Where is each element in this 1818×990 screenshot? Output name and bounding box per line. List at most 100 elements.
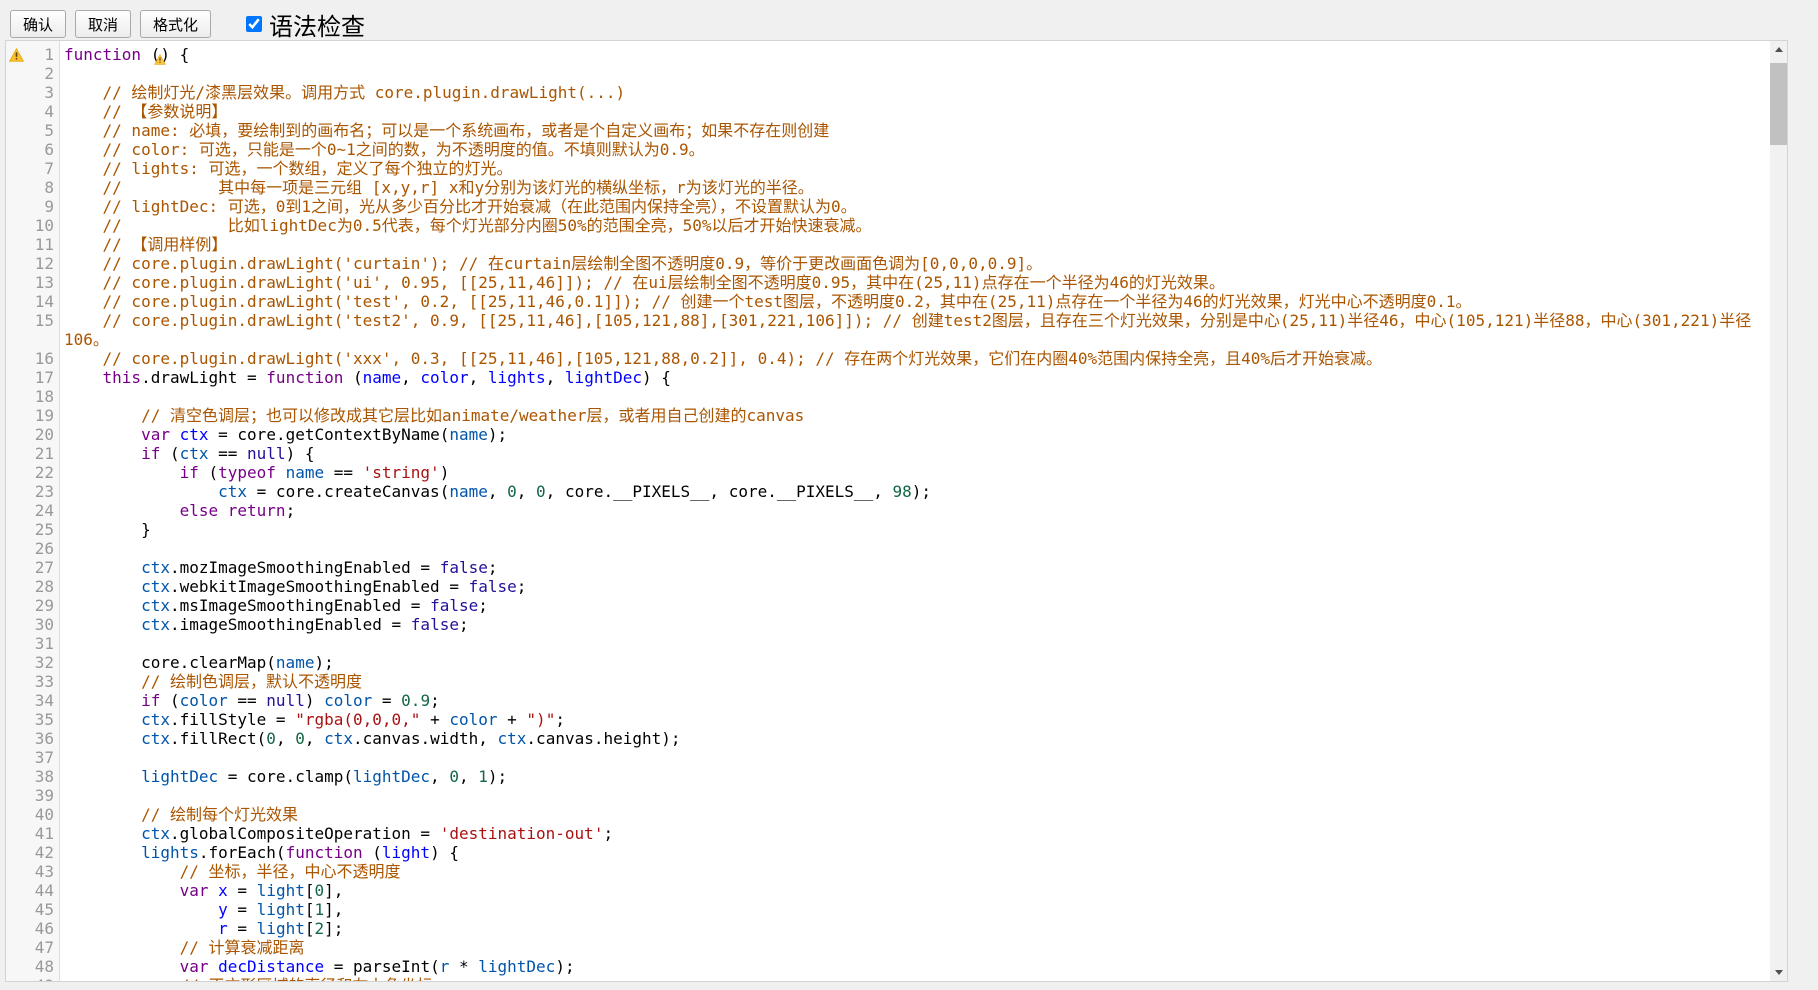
line-number[interactable]: 20 bbox=[26, 425, 60, 444]
code-text[interactable]: // lights: 可选，一个数组，定义了每个独立的灯光。 bbox=[60, 159, 1770, 178]
line-number[interactable]: 41 bbox=[26, 824, 60, 843]
confirm-button[interactable]: 确认 bbox=[10, 10, 66, 38]
line-number[interactable]: 23 bbox=[26, 482, 60, 501]
code-text[interactable]: r = light[2]; bbox=[60, 919, 1770, 938]
line-number[interactable]: 22 bbox=[26, 463, 60, 482]
line-number[interactable]: 31 bbox=[26, 634, 60, 653]
code-text[interactable]: if (typeof name == 'string') bbox=[60, 463, 1770, 482]
line-number[interactable]: 34 bbox=[26, 691, 60, 710]
code-text[interactable]: ctx = core.createCanvas(name, 0, 0, core… bbox=[60, 482, 1770, 501]
code-text[interactable]: ctx.mozImageSmoothingEnabled = false; bbox=[60, 558, 1770, 577]
code-text[interactable]: y = light[1], bbox=[60, 900, 1770, 919]
line-number[interactable]: 17 bbox=[26, 368, 60, 387]
line-number[interactable]: 24 bbox=[26, 501, 60, 520]
code-text[interactable]: if (color == null) color = 0.9; bbox=[60, 691, 1770, 710]
line-number[interactable]: 6 bbox=[26, 140, 60, 159]
cancel-button[interactable]: 取消 bbox=[75, 10, 131, 38]
code-text[interactable]: // 比如lightDec为0.5代表，每个灯光部分内圈50%的范围全亮，50%… bbox=[60, 216, 1770, 235]
line-number[interactable]: 4 bbox=[26, 102, 60, 121]
line-number[interactable]: 27 bbox=[26, 558, 60, 577]
code-text[interactable]: // core.plugin.drawLight('test2', 0.9, [… bbox=[60, 311, 1770, 349]
line-number[interactable]: 15 bbox=[26, 311, 60, 330]
code-text[interactable]: ctx.msImageSmoothingEnabled = false; bbox=[60, 596, 1770, 615]
code-text[interactable]: var decDistance = parseInt(r * lightDec)… bbox=[60, 957, 1770, 976]
code-text[interactable] bbox=[60, 64, 1770, 83]
line-number[interactable]: 42 bbox=[26, 843, 60, 862]
code-text[interactable]: ctx.webkitImageSmoothingEnabled = false; bbox=[60, 577, 1770, 596]
line-number[interactable]: 2 bbox=[26, 64, 60, 83]
line-number[interactable]: 40 bbox=[26, 805, 60, 824]
code-text[interactable]: // 计算衰减距离 bbox=[60, 938, 1770, 957]
line-number[interactable]: 30 bbox=[26, 615, 60, 634]
line-number[interactable]: 18 bbox=[26, 387, 60, 406]
code-text[interactable]: // lightDec: 可选，0到1之间，光从多少百分比才开始衰减（在此范围内… bbox=[60, 197, 1770, 216]
line-number[interactable]: 39 bbox=[26, 786, 60, 805]
line-number[interactable]: 37 bbox=[26, 748, 60, 767]
line-number[interactable]: 38 bbox=[26, 767, 60, 786]
code-text[interactable]: if (ctx == null) { bbox=[60, 444, 1770, 463]
code-text[interactable] bbox=[60, 786, 1770, 805]
scroll-up-button[interactable] bbox=[1770, 41, 1787, 58]
code-text[interactable]: core.clearMap(name); bbox=[60, 653, 1770, 672]
line-number[interactable]: 19 bbox=[26, 406, 60, 425]
code-text[interactable]: // 【调用样例】 bbox=[60, 235, 1770, 254]
code-text[interactable]: // 坐标，半径，中心不透明度 bbox=[60, 862, 1770, 881]
line-number[interactable]: 26 bbox=[26, 539, 60, 558]
line-number[interactable]: 49 bbox=[26, 976, 60, 981]
code-text[interactable] bbox=[60, 634, 1770, 653]
code-text[interactable]: this.drawLight = function (name, color, … bbox=[60, 368, 1770, 387]
code-text[interactable]: ctx.imageSmoothingEnabled = false; bbox=[60, 615, 1770, 634]
line-number[interactable]: 46 bbox=[26, 919, 60, 938]
code-text[interactable]: // core.plugin.drawLight('xxx', 0.3, [[2… bbox=[60, 349, 1770, 368]
line-number[interactable]: 13 bbox=[26, 273, 60, 292]
code-text[interactable]: ctx.globalCompositeOperation = 'destinat… bbox=[60, 824, 1770, 843]
code-text[interactable]: // 其中每一项是三元组 [x,y,r] x和y分别为该灯光的横纵坐标，r为该灯… bbox=[60, 178, 1770, 197]
format-button[interactable]: 格式化 bbox=[140, 10, 211, 38]
code-text[interactable] bbox=[60, 748, 1770, 767]
line-number[interactable]: 28 bbox=[26, 577, 60, 596]
line-number[interactable]: 5 bbox=[26, 121, 60, 140]
line-number[interactable]: 29 bbox=[26, 596, 60, 615]
line-number[interactable]: 11 bbox=[26, 235, 60, 254]
code-text[interactable]: else return; bbox=[60, 501, 1770, 520]
line-number[interactable]: 35 bbox=[26, 710, 60, 729]
line-number[interactable]: 45 bbox=[26, 900, 60, 919]
code-text[interactable]: var ctx = core.getContextByName(name); bbox=[60, 425, 1770, 444]
code-text[interactable]: // core.plugin.drawLight('test', 0.2, [[… bbox=[60, 292, 1770, 311]
line-number[interactable]: 9 bbox=[26, 197, 60, 216]
code-text[interactable]: ctx.fillStyle = "rgba(0,0,0," + color + … bbox=[60, 710, 1770, 729]
line-number[interactable]: 14 bbox=[26, 292, 60, 311]
code-text[interactable]: // 绘制灯光/漆黑层效果。调用方式 core.plugin.drawLight… bbox=[60, 83, 1770, 102]
scrollbar-thumb[interactable] bbox=[1770, 63, 1787, 145]
code-text[interactable] bbox=[60, 387, 1770, 406]
line-number[interactable]: 47 bbox=[26, 938, 60, 957]
line-number[interactable]: 12 bbox=[26, 254, 60, 273]
code-text[interactable]: // name: 必填，要绘制到的画布名；可以是一个系统画布，或者是个自定义画布… bbox=[60, 121, 1770, 140]
code-editor[interactable]: 1function () {23 // 绘制灯光/漆黑层效果。调用方式 core… bbox=[5, 40, 1788, 982]
code-text[interactable]: // 清空色调层；也可以修改成其它层比如animate/weather层，或者用… bbox=[60, 406, 1770, 425]
code-text[interactable]: ctx.fillRect(0, 0, ctx.canvas.width, ctx… bbox=[60, 729, 1770, 748]
line-number[interactable]: 10 bbox=[26, 216, 60, 235]
code-text[interactable]: // core.plugin.drawLight('ui', 0.95, [[2… bbox=[60, 273, 1770, 292]
line-number[interactable]: 33 bbox=[26, 672, 60, 691]
line-number[interactable]: 3 bbox=[26, 83, 60, 102]
code-text[interactable]: // 【参数说明】 bbox=[60, 102, 1770, 121]
syntax-check-checkbox[interactable] bbox=[246, 16, 262, 32]
scroll-down-button[interactable] bbox=[1770, 964, 1787, 981]
code-text[interactable]: var x = light[0], bbox=[60, 881, 1770, 900]
line-number[interactable]: 21 bbox=[26, 444, 60, 463]
code-text[interactable]: // 正方形区域的直径和左上角坐标 bbox=[60, 976, 1770, 981]
line-number[interactable]: 36 bbox=[26, 729, 60, 748]
code-text[interactable]: lightDec = core.clamp(lightDec, 0, 1); bbox=[60, 767, 1770, 786]
line-number[interactable]: 16 bbox=[26, 349, 60, 368]
line-number[interactable]: 1 bbox=[26, 45, 60, 64]
line-number[interactable]: 8 bbox=[26, 178, 60, 197]
line-number[interactable]: 48 bbox=[26, 957, 60, 976]
line-number[interactable]: 25 bbox=[26, 520, 60, 539]
code-text[interactable]: // core.plugin.drawLight('curtain'); // … bbox=[60, 254, 1770, 273]
code-text[interactable]: lights.forEach(function (light) { bbox=[60, 843, 1770, 862]
line-number[interactable]: 44 bbox=[26, 881, 60, 900]
line-number[interactable]: 43 bbox=[26, 862, 60, 881]
line-number[interactable]: 7 bbox=[26, 159, 60, 178]
code-text[interactable]: // 绘制色调层，默认不透明度 bbox=[60, 672, 1770, 691]
